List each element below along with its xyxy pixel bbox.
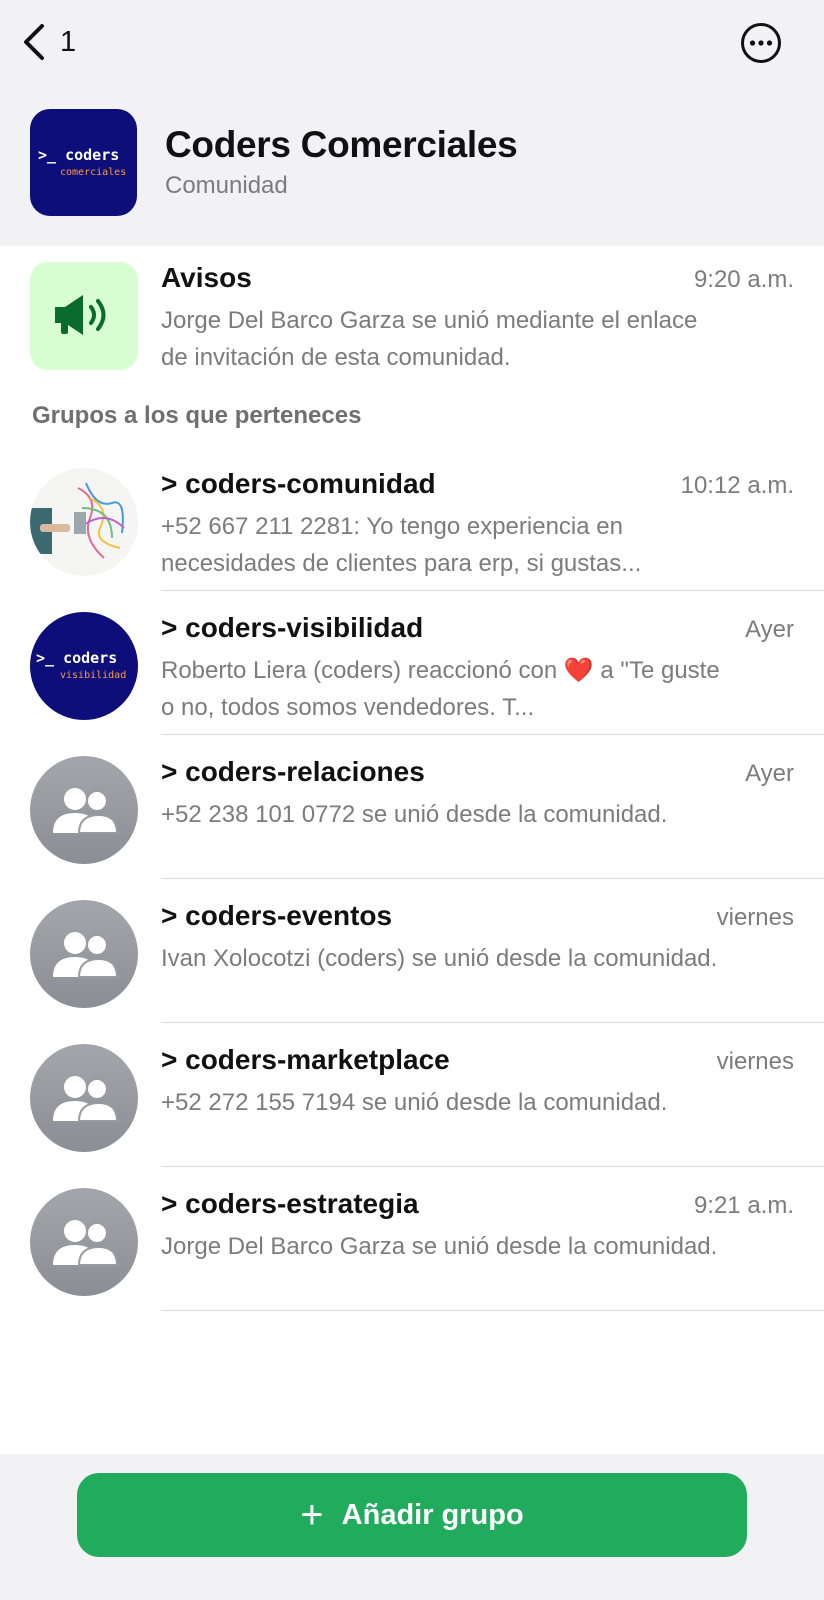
divider (161, 734, 824, 735)
announcements-title: Avisos (161, 262, 252, 293)
top-bar: 1 (0, 0, 824, 90)
group-time: viernes (716, 904, 794, 931)
group-last-message: +52 667 211 2281: Yo tengo experiencia e… (161, 513, 642, 577)
group-avatar-default (30, 1188, 138, 1296)
back-button[interactable]: 1 (20, 20, 76, 64)
divider (161, 878, 824, 879)
group-title: > coders-relaciones (161, 756, 425, 787)
add-group-button[interactable]: + Añadir grupo (77, 1473, 747, 1557)
group-row[interactable]: > coders-marketplace viernes +52 272 155… (0, 1044, 824, 1152)
group-title: > coders-eventos (161, 900, 393, 931)
group-row[interactable]: > coders-estrategia 9:21 a.m. Jorge Del … (0, 1188, 824, 1296)
group-last-message: Ivan Xolocotzi (coders) se unió desde la… (161, 945, 718, 972)
group-title: > coders-marketplace (161, 1044, 450, 1075)
community-name: Coders Comerciales (165, 124, 518, 165)
footer-bar: + Añadir grupo (0, 1454, 824, 1600)
group-time: viernes (716, 1048, 794, 1075)
group-time: 9:21 a.m. (693, 1192, 794, 1219)
back-unread-count: 1 (60, 25, 77, 58)
community-header[interactable]: >_ coders comerciales Coders Comerciales… (30, 108, 824, 216)
group-time: 10:12 a.m. (680, 472, 794, 499)
announcements-message: Jorge Del Barco Garza se unió mediante e… (161, 307, 698, 371)
group-avatar-default (30, 756, 138, 864)
group-avatar-photo (30, 468, 138, 576)
chevron-left-icon (24, 24, 44, 60)
community-logo-subtext: comerciales (60, 166, 127, 178)
community-header-text: Coders Comerciales Comunidad (165, 124, 518, 200)
group-logo-subtext: visibilidad (60, 670, 127, 681)
plus-icon: + (300, 1493, 324, 1537)
people-icon (53, 788, 119, 834)
community-logo-text: coders (65, 145, 120, 164)
group-last-message: Jorge Del Barco Garza se unió desde la c… (161, 1233, 718, 1260)
group-photo-image (30, 468, 138, 576)
group-row[interactable]: > coders-relaciones Ayer +52 238 101 077… (0, 756, 824, 864)
people-icon (53, 932, 119, 978)
group-avatar-logo: >_ coders visibilidad (30, 612, 138, 720)
group-avatar-default (30, 900, 138, 1008)
divider (161, 590, 824, 591)
add-group-label: Añadir grupo (341, 1498, 524, 1531)
announcements-row[interactable]: Avisos 9:20 a.m. Jorge Del Barco Garza s… (0, 262, 824, 382)
announcements-avatar (30, 262, 138, 370)
group-title: > coders-visibilidad (161, 612, 424, 643)
group-last-message: +52 238 101 0772 se unió desde la comuni… (161, 801, 668, 828)
more-horizontal-circle-icon[interactable] (740, 22, 782, 64)
megaphone-icon (55, 295, 106, 335)
section-label: Grupos a los que perteneces (32, 402, 362, 429)
community-logo: >_ coders comerciales (30, 108, 137, 216)
group-last-message: +52 272 155 7194 se unió desde la comuni… (161, 1089, 668, 1116)
group-row[interactable]: > coders-eventos viernes Ivan Xolocotzi … (0, 900, 824, 1008)
group-title: > coders-comunidad (161, 468, 436, 499)
divider (161, 1166, 824, 1167)
group-list-panel: Avisos 9:20 a.m. Jorge Del Barco Garza s… (0, 246, 824, 1454)
group-time: Ayer (745, 616, 794, 643)
divider (161, 1022, 824, 1023)
people-icon (53, 1076, 119, 1122)
announcements-time: 9:20 a.m. (693, 266, 794, 293)
group-time: Ayer (745, 760, 794, 787)
people-icon (53, 1220, 119, 1266)
group-logo-text: coders (63, 649, 118, 667)
community-subtitle: Comunidad (165, 172, 288, 199)
group-row[interactable]: > coders-comunidad 10:12 a.m. +52 667 21… (0, 468, 824, 577)
group-avatar-default (30, 1044, 138, 1152)
group-row[interactable]: >_ coders visibilidad > coders-visibilid… (0, 612, 824, 721)
divider (161, 1310, 824, 1311)
group-title: > coders-estrategia (161, 1188, 419, 1219)
group-last-message: Roberto Liera (coders) reaccionó con ❤️ … (161, 657, 720, 721)
